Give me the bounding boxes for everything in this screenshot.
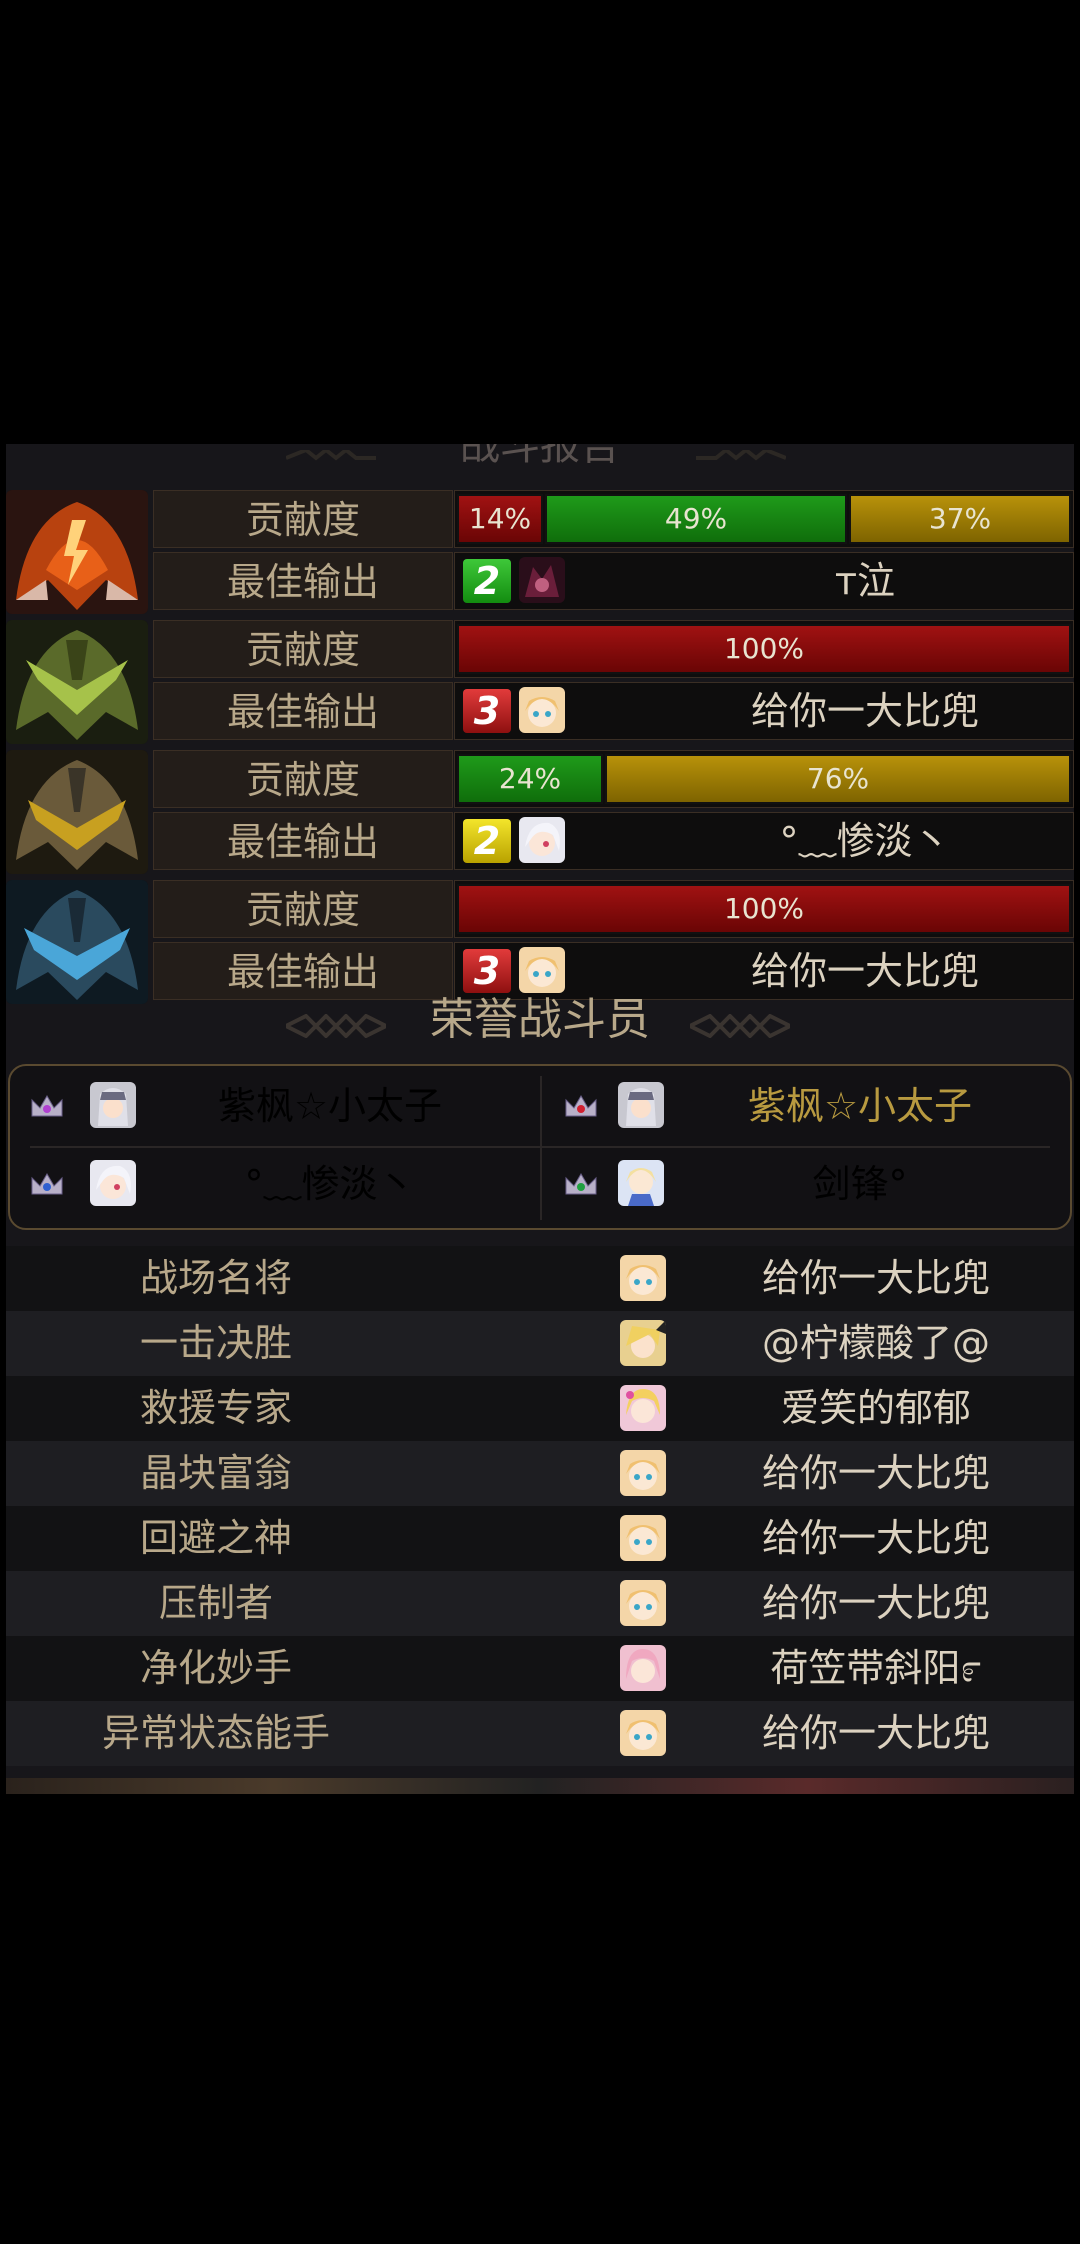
award-title: 一击决胜 [139, 1321, 292, 1365]
contribution-label: 贡献度 [153, 880, 453, 938]
player-name: ᴛ泣 [834, 559, 896, 603]
award-player-name: 给你一大比兜 [761, 1256, 990, 1300]
purple-crown-icon [31, 1095, 63, 1117]
left-ornament-icon [286, 450, 376, 461]
blonde-girl-avatar [620, 1515, 666, 1561]
award-title: 救援专家 [139, 1386, 292, 1430]
honor-section-title: 荣誉战斗员 [430, 994, 650, 1045]
honor-player-name[interactable]: 紫枫☆小太子 [710, 1078, 1010, 1134]
award-title: 压制者 [158, 1581, 273, 1625]
best-output-area[interactable]: 3 给你一大比兜 [454, 682, 1074, 740]
contribution-bar: 37% [849, 494, 1071, 544]
contribution-bar-area: 100% [454, 880, 1074, 938]
award-player-name: 爱笑的郁郁 [780, 1386, 971, 1430]
player-name: 给你一大比兜 [750, 689, 979, 733]
blonde-girl-avatar [519, 947, 565, 993]
list-item[interactable]: 晶块富翁 给你一大比兜 [6, 1441, 1074, 1506]
red-crown-icon [565, 1095, 597, 1117]
list-item[interactable]: 压制者 给你一大比兜 [6, 1571, 1074, 1636]
contribution-bar: 76% [605, 754, 1071, 804]
team-row-4: 贡献度 100% 最佳输出 3 给你一大比兜 [6, 880, 1074, 1004]
list-item[interactable]: 异常状态能手 给你一大比兜 [6, 1701, 1074, 1766]
award-player-name: 给你一大比兜 [761, 1451, 990, 1495]
rank-badge: 3 [463, 689, 511, 733]
blonde-girl-avatar [620, 1710, 666, 1756]
player-name: 给你一大比兜 [750, 949, 979, 993]
divider [540, 1076, 542, 1220]
green-knight-helmet-icon [6, 620, 148, 744]
list-item[interactable]: 救援专家 爱笑的郁郁 [6, 1376, 1074, 1441]
award-title: 净化妙手 [139, 1646, 292, 1690]
rank-badge: 3 [463, 949, 511, 993]
award-player-name: 荷笠带斜阳೯ [770, 1646, 982, 1690]
white-hair-girl-avatar [90, 1160, 136, 1206]
player-name: °﹏惨淡丶 [779, 819, 951, 863]
contribution-bar-area: 14% 49% 37% [454, 490, 1074, 548]
contribution-bar: 14% [457, 494, 543, 544]
contribution-label: 贡献度 [153, 490, 453, 548]
pink-hair-girl-avatar [620, 1385, 666, 1431]
awards-list: 战场名将 给你一大比兜 一击决胜 @柠檬酸了@ 救援专家 爱笑的郁郁 晶块富翁 … [6, 1246, 1074, 1766]
award-player-name: @柠檬酸了@ [761, 1321, 990, 1365]
pink-hair-girl-avatar [620, 1645, 666, 1691]
best-output-label: 最佳输出 [153, 682, 453, 740]
contribution-bar: 24% [457, 754, 603, 804]
list-item[interactable]: 战场名将 给你一大比兜 [6, 1246, 1074, 1311]
rank-badge: 2 [463, 819, 511, 863]
honor-player-name[interactable]: 剑锋° [710, 1156, 1010, 1212]
blue-knight-helmet-icon [6, 880, 148, 1004]
contribution-bar: 49% [545, 494, 847, 544]
team-row-3: 贡献度 24% 76% 最佳输出 2 °﹏惨淡丶 [6, 750, 1074, 874]
honor-player-name[interactable]: °﹏惨淡丶 [180, 1156, 480, 1212]
battle-report-panel: 战斗报告 贡献度 14% 49% 37% 最佳输出 2 ᴛ泣 贡献度 100% … [6, 444, 1074, 1794]
contribution-bar: 100% [457, 624, 1071, 674]
award-title: 战场名将 [139, 1256, 292, 1300]
silver-knight-avatar [90, 1082, 136, 1128]
list-item[interactable]: 一击决胜 @柠檬酸了@ [6, 1311, 1074, 1376]
blue-crown-icon [31, 1173, 63, 1195]
white-hair-girl-avatar [519, 817, 565, 863]
bottom-toolbar-strip [6, 1778, 1074, 1794]
list-item[interactable]: 回避之神 给你一大比兜 [6, 1506, 1074, 1571]
team-row-1: 贡献度 14% 49% 37% 最佳输出 2 ᴛ泣 [6, 490, 1074, 614]
right-ornament-icon [690, 1014, 790, 1038]
honor-players-box: 紫枫☆小太子 紫枫☆小太子 °﹏惨淡丶 剑锋° [8, 1064, 1072, 1230]
list-item[interactable]: 净化妙手 荷笠带斜阳೯ [6, 1636, 1074, 1701]
gold-knight-helmet-icon [6, 750, 148, 874]
best-output-area[interactable]: 2 °﹏惨淡丶 [454, 812, 1074, 870]
right-ornament-icon [696, 450, 786, 461]
award-title: 回避之神 [139, 1516, 292, 1560]
rank-badge: 2 [463, 559, 511, 603]
divider [30, 1146, 1050, 1148]
award-title: 晶块富翁 [139, 1451, 292, 1495]
best-output-label: 最佳输出 [153, 552, 453, 610]
blonde-boy-avatar [620, 1320, 666, 1366]
award-player-name: 给你一大比兜 [761, 1516, 990, 1560]
honor-player-name[interactable]: 紫枫☆小太子 [180, 1078, 480, 1134]
silver-knight-avatar [618, 1082, 664, 1128]
contribution-label: 贡献度 [153, 750, 453, 808]
contribution-label: 贡献度 [153, 620, 453, 678]
dark-mage-avatar [519, 557, 565, 603]
award-player-name: 给你一大比兜 [761, 1581, 990, 1625]
contribution-bar-area: 100% [454, 620, 1074, 678]
contribution-bar: 100% [457, 884, 1071, 934]
blonde-girl-avatar [620, 1580, 666, 1626]
blonde-girl-avatar [620, 1450, 666, 1496]
blonde-girl-avatar [620, 1255, 666, 1301]
award-title: 异常状态能手 [101, 1711, 330, 1755]
best-output-area[interactable]: 2 ᴛ泣 [454, 552, 1074, 610]
contribution-bar-area: 24% 76% [454, 750, 1074, 808]
blonde-girl-avatar [519, 687, 565, 733]
report-title: 战斗报告 [460, 444, 620, 469]
best-output-label: 最佳输出 [153, 812, 453, 870]
award-player-name: 给你一大比兜 [761, 1711, 990, 1755]
red-knight-helmet-icon [6, 490, 148, 614]
green-crown-icon [565, 1173, 597, 1195]
blonde-blue-dress-avatar [618, 1160, 664, 1206]
team-row-2: 贡献度 100% 最佳输出 3 给你一大比兜 [6, 620, 1074, 744]
